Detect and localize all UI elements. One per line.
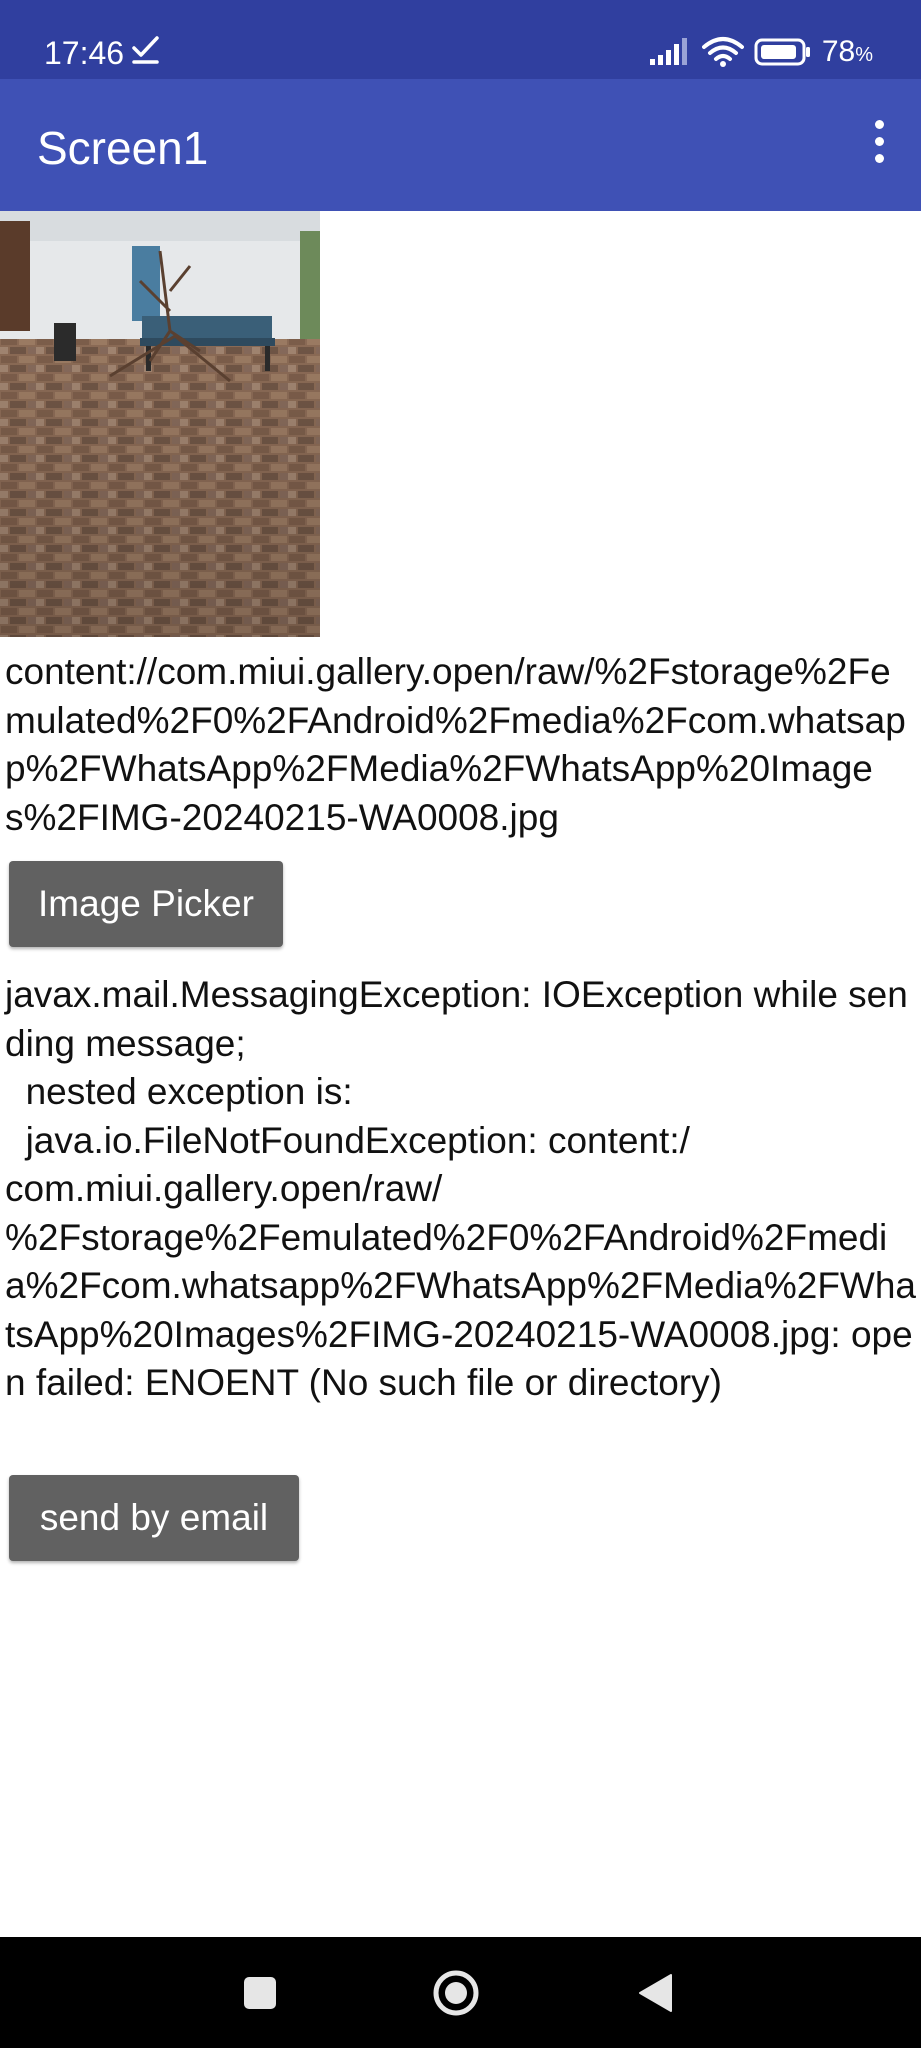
more-vert-icon[interactable] [859,111,899,171]
check-icon [132,36,159,64]
send-email-button[interactable]: send by email [9,1475,299,1561]
battery-percentage: 78% [822,35,873,69]
app-bar: Screen1 [0,79,921,211]
error-label: javax.mail.MessagingException: IOExcepti… [5,974,916,1403]
battery-unit: % [855,44,873,66]
phone-screen: 17:46 78% Screen1 content://com.miui.gal… [0,0,921,2048]
uri-label: content://com.miui.gallery.open/raw/%2Fs… [5,651,906,838]
status-time: 17:46 [44,35,125,71]
image-picker-button[interactable]: Image Picker [9,861,283,947]
navigation-bar [0,1937,921,2048]
status-bar: 17:46 78% [0,0,921,79]
selected-image [0,211,320,637]
battery-value: 78 [821,35,856,68]
signal-icon [649,38,687,65]
status-icons: 78% [648,30,873,74]
photo-image [0,211,320,637]
battery-icon [754,38,810,66]
app-title: Screen1 [37,122,209,174]
recents-icon[interactable] [220,1937,300,2048]
wifi-icon [701,37,744,67]
back-icon[interactable] [615,1937,695,2048]
home-icon[interactable] [416,1937,496,2048]
